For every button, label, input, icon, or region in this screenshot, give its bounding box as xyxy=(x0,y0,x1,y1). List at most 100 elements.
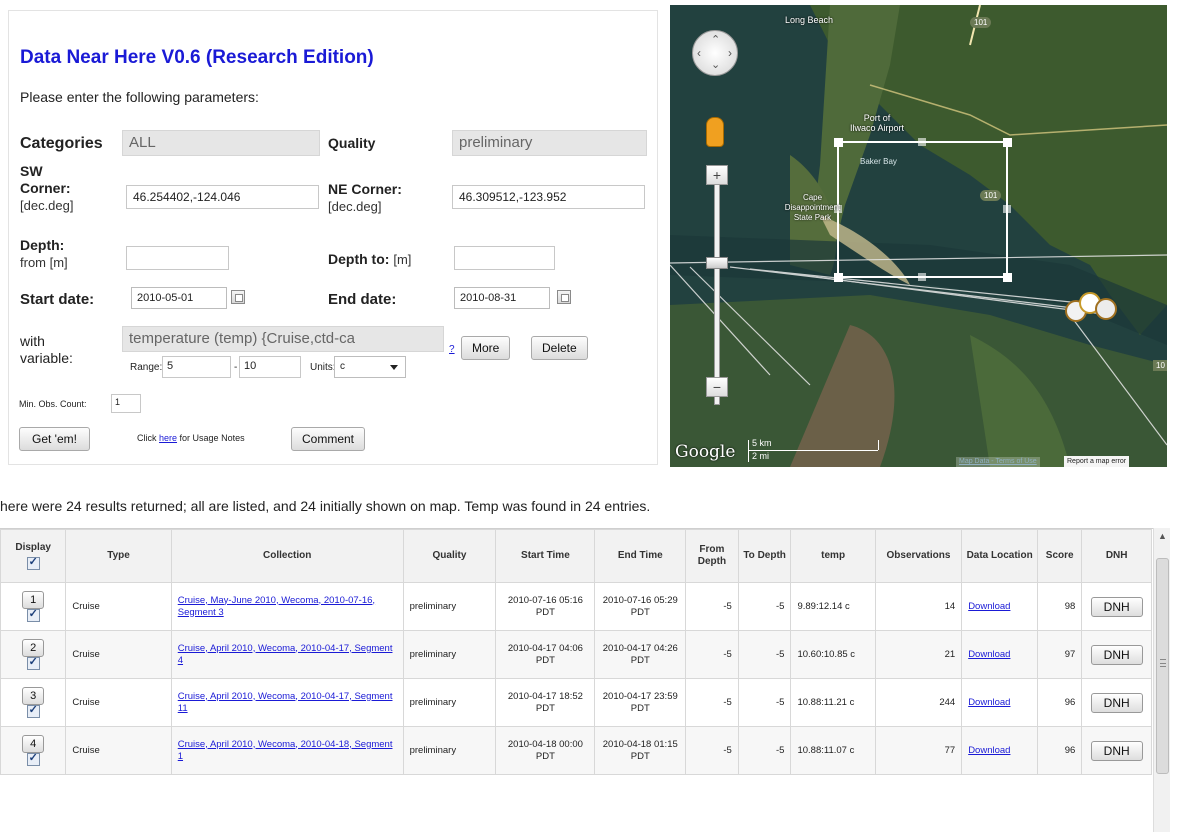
start-date-calendar-icon[interactable] xyxy=(231,290,245,304)
observations-cell: 77 xyxy=(874,726,963,775)
dnh-button[interactable]: DNH xyxy=(1090,644,1143,665)
display-all-checkbox[interactable] xyxy=(26,556,40,570)
google-logo: Google xyxy=(675,442,736,462)
query-form-panel: Data Near Here V0.6 (Research Edition) P… xyxy=(8,10,658,465)
quality-cell: preliminary xyxy=(402,678,497,727)
dnh-button[interactable]: DNH xyxy=(1090,692,1143,713)
range-from-input[interactable]: 5 xyxy=(162,356,231,378)
header-quality: Quality xyxy=(402,529,497,583)
quality-field[interactable]: preliminary xyxy=(452,130,647,156)
collection-link[interactable]: Cruise, April 2010, Wecoma, 2010-04-18, … xyxy=(178,739,393,762)
map-terms-link[interactable]: Map Data - Terms of Use xyxy=(956,457,1040,467)
map-label-long-beach: Long Beach xyxy=(785,15,834,25)
type-cell: Cruise xyxy=(65,630,172,679)
observations-cell: 21 xyxy=(874,630,963,679)
depth-from-label: Depth: from [m] xyxy=(20,237,68,271)
usage-notes-link[interactable]: here xyxy=(159,433,177,443)
categories-field[interactable]: ALL xyxy=(122,130,320,156)
header-display-label: Display xyxy=(15,542,51,553)
ne-corner-input[interactable]: 46.309512,-123.952 xyxy=(452,185,645,209)
pan-right-icon[interactable]: › xyxy=(728,46,732,60)
pan-left-icon[interactable]: ‹ xyxy=(697,46,701,60)
dnh-cell: DNH xyxy=(1081,726,1152,775)
row-number-button[interactable]: 4 xyxy=(22,734,45,753)
to-depth-cell: -5 xyxy=(737,726,792,775)
row-number-button[interactable]: 2 xyxy=(22,638,45,657)
dnh-cell: DNH xyxy=(1081,678,1152,727)
min-obs-input[interactable]: 1 xyxy=(111,394,141,413)
delete-button[interactable]: Delete xyxy=(531,336,588,360)
map-marker-cluster[interactable] xyxy=(1065,290,1125,330)
end-date-calendar-icon[interactable] xyxy=(557,290,571,304)
range-to-input[interactable]: 10 xyxy=(239,356,301,378)
end-date-input[interactable]: 2010-08-31 xyxy=(454,287,550,309)
satellite-map[interactable]: ⌃ ‹ › ⌄ + − Long Beach 101 Port of Ilwac… xyxy=(670,5,1167,467)
download-link[interactable]: Download xyxy=(968,697,1010,708)
header-temp: temp xyxy=(790,529,876,583)
scrollbar-thumb[interactable] xyxy=(1156,558,1169,774)
variable-field[interactable]: temperature (temp) {Cruise,ctd-ca xyxy=(122,326,444,352)
zoom-slider-handle[interactable] xyxy=(706,257,728,269)
row-number-button[interactable]: 1 xyxy=(22,590,45,609)
collection-link[interactable]: Cruise, May-June 2010, Wecoma, 2010-07-1… xyxy=(178,595,375,618)
to-depth-cell: -5 xyxy=(737,630,792,679)
street-view-pegman-icon[interactable] xyxy=(706,117,724,147)
sw-corner-input[interactable]: 46.254402,-124.046 xyxy=(126,185,319,209)
depth-label-text: Depth: xyxy=(20,237,65,253)
units-select[interactable]: c xyxy=(334,356,406,378)
map-label-cape-disappointment: Cape Disappointment State Park xyxy=(784,193,841,222)
map-label-baker-bay: Baker Bay xyxy=(860,157,897,166)
download-link[interactable]: Download xyxy=(968,601,1010,612)
table-row: 2 Cruise Cruise, April 2010, Wecoma, 201… xyxy=(0,630,1152,679)
more-button[interactable]: More xyxy=(461,336,511,360)
start-time-cell: 2010-04-18 00:00 PDT xyxy=(495,726,596,775)
row-display-checkbox[interactable] xyxy=(26,656,40,670)
display-cell: 4 xyxy=(0,726,67,775)
row-number-button[interactable]: 3 xyxy=(22,686,45,705)
sw-corner-label: SW Corner: [dec.deg] xyxy=(20,163,74,214)
zoom-slider-track[interactable] xyxy=(714,165,720,405)
usage-prefix: Click xyxy=(137,433,157,443)
results-table: Display Type Collection Quality Start Ti… xyxy=(0,529,1152,775)
depth-from-input[interactable] xyxy=(126,246,229,270)
variable-help-link[interactable]: ? xyxy=(449,344,455,355)
row-display-checkbox[interactable] xyxy=(26,608,40,622)
display-cell: 2 xyxy=(0,630,67,679)
categories-label: Categories xyxy=(20,135,103,152)
table-scrollbar[interactable]: ▲ xyxy=(1153,528,1170,832)
score-cell: 98 xyxy=(1037,582,1083,631)
dnh-button[interactable]: DNH xyxy=(1090,740,1143,761)
row-display-checkbox[interactable] xyxy=(26,752,40,766)
collection-cell: Cruise, April 2010, Wecoma, 2010-04-17, … xyxy=(170,678,404,727)
units-label: Units: xyxy=(310,362,336,373)
comment-button[interactable]: Comment xyxy=(291,427,366,451)
pan-down-icon[interactable]: ⌄ xyxy=(711,58,720,71)
collection-link[interactable]: Cruise, April 2010, Wecoma, 2010-04-17, … xyxy=(178,643,393,666)
zoom-out-icon[interactable]: − xyxy=(706,377,728,397)
start-time-cell: 2010-04-17 04:06 PDT xyxy=(495,630,596,679)
row-display-checkbox[interactable] xyxy=(26,704,40,718)
map-pan-control[interactable]: ⌃ ‹ › ⌄ xyxy=(692,30,738,76)
get-em-button[interactable]: Get 'em! xyxy=(19,427,90,451)
header-end-time: End Time xyxy=(594,529,687,583)
ne-corner-label-text: NE Corner: xyxy=(328,181,402,197)
start-date-input[interactable]: 2010-05-01 xyxy=(131,287,227,309)
map-label-hwy-10: 10 xyxy=(1153,360,1167,371)
table-header-row: Display Type Collection Quality Start Ti… xyxy=(0,529,1152,583)
map-marker-icon[interactable] xyxy=(1095,298,1117,320)
depth-to-unit: [m] xyxy=(393,252,412,267)
report-map-error-link[interactable]: Report a map error xyxy=(1064,456,1130,467)
with-label: with xyxy=(20,333,45,349)
min-obs-label: Min. Obs. Count: xyxy=(19,399,87,409)
collection-link[interactable]: Cruise, April 2010, Wecoma, 2010-04-17, … xyxy=(178,691,393,714)
download-link[interactable]: Download xyxy=(968,745,1010,756)
zoom-in-icon[interactable]: + xyxy=(706,165,728,185)
scroll-up-arrow-icon[interactable]: ▲ xyxy=(1154,528,1171,545)
dnh-button[interactable]: DNH xyxy=(1090,596,1143,617)
pan-up-icon[interactable]: ⌃ xyxy=(711,33,720,46)
quality-cell: preliminary xyxy=(402,726,497,775)
download-link[interactable]: Download xyxy=(968,649,1010,660)
observations-cell: 14 xyxy=(874,582,963,631)
score-cell: 97 xyxy=(1037,630,1083,679)
depth-to-input[interactable] xyxy=(454,246,555,270)
